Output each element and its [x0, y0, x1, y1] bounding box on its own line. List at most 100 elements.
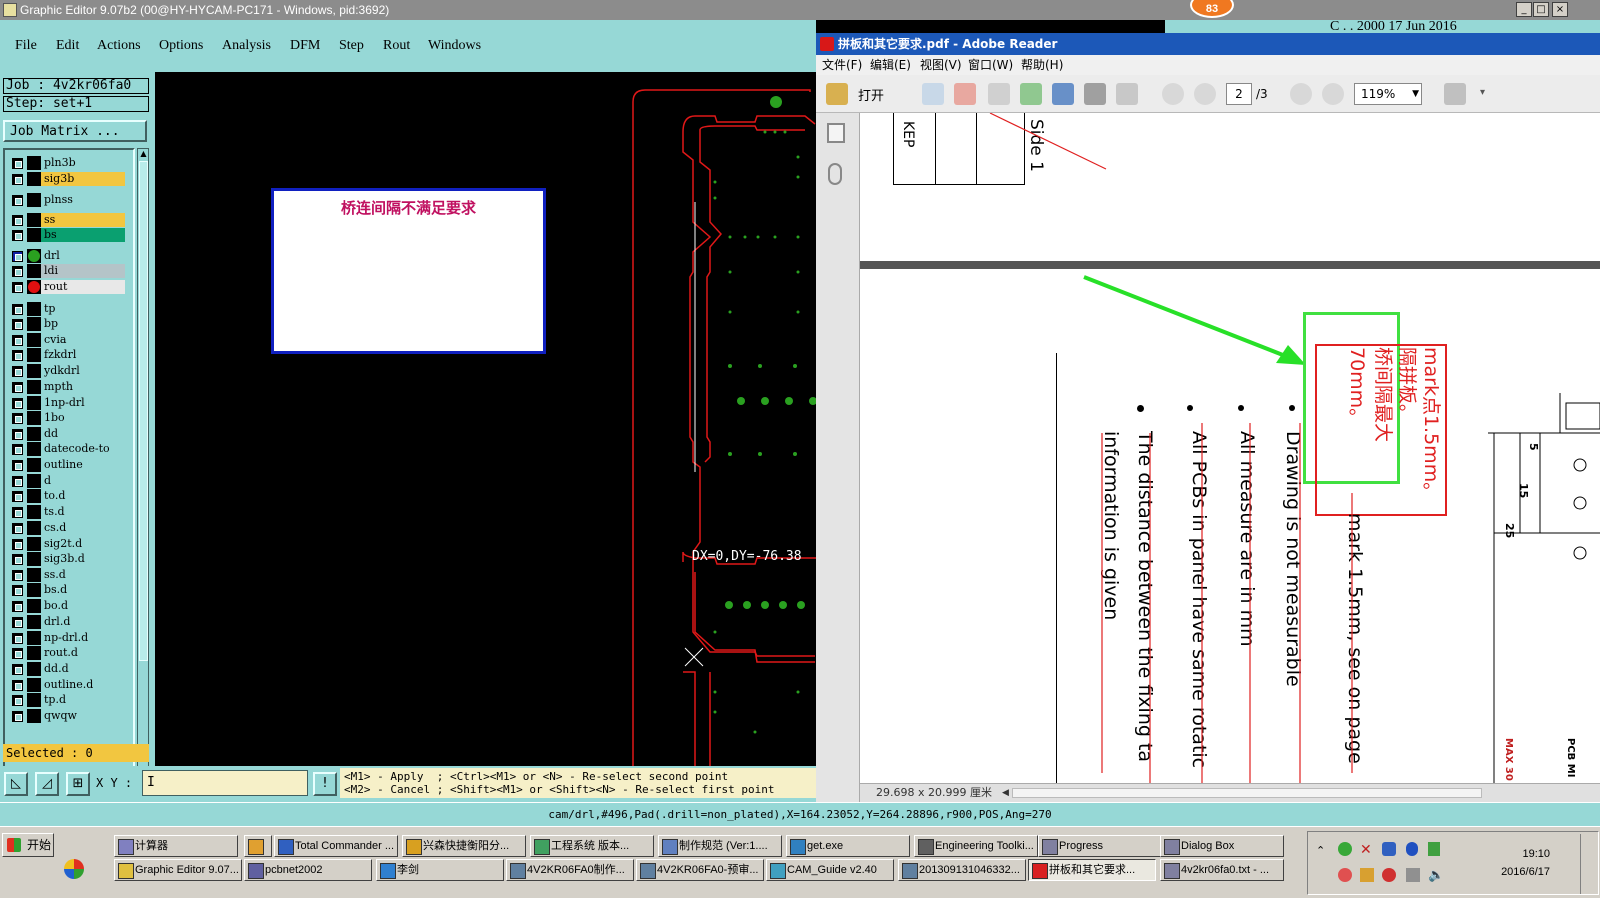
next-page-icon[interactable] [1194, 83, 1216, 105]
grid-tool-button[interactable]: ⊞ [66, 772, 90, 796]
layer-row[interactable]: drl.d [7, 615, 125, 629]
layer-row[interactable]: sig2t.d [7, 537, 125, 551]
layer-row[interactable]: fzkdrl [7, 348, 125, 362]
taskbar-button[interactable]: Progress [1038, 835, 1162, 857]
layer-checkbox[interactable] [12, 230, 23, 241]
layer-row[interactable]: ydkdrl [7, 364, 125, 378]
tray-icons[interactable]: ⌃ ✕ 🔈 [1316, 840, 1476, 890]
scroll-thumb[interactable] [139, 161, 148, 661]
close-button[interactable]: × [1552, 2, 1568, 17]
layer-checkbox[interactable] [12, 633, 23, 644]
layer-row[interactable]: mpth [7, 380, 125, 394]
taskbar-button[interactable] [244, 835, 272, 857]
warning-popup[interactable]: 桥连间隔不满足要求 [271, 188, 546, 354]
layer-checkbox[interactable] [12, 444, 23, 455]
menu-step[interactable]: Step [339, 38, 364, 54]
chevron-up-icon[interactable]: ⌃ [1316, 844, 1325, 857]
taskbar-button[interactable]: Dialog Box [1160, 835, 1284, 857]
minimize-button[interactable]: _ [1516, 2, 1532, 17]
layer-checkbox[interactable] [12, 601, 23, 612]
taskbar-button[interactable]: Graphic Editor 9.07... [114, 859, 242, 881]
taskbar-button[interactable]: Total Commander ... [274, 835, 398, 857]
layer-row[interactable]: tp [7, 302, 125, 316]
adobe-menu-help[interactable]: 帮助(H) [1021, 55, 1063, 75]
layer-row[interactable]: bo.d [7, 599, 125, 613]
adobe-menu-edit[interactable]: 编辑(E) [870, 55, 911, 75]
taskbar-button[interactable]: 制作规范 (Ver:1.... [658, 835, 782, 857]
shield-icon[interactable] [1428, 842, 1440, 856]
taskbar-button[interactable]: Engineering Toolki... [914, 835, 1038, 857]
open-label[interactable]: 打开 [858, 85, 884, 104]
email-icon[interactable] [1116, 83, 1138, 105]
layer-checkbox[interactable] [12, 366, 23, 377]
layer-row[interactable]: datecode-to [7, 442, 125, 456]
layer-checkbox[interactable] [12, 617, 23, 628]
zoom-out-icon[interactable] [1290, 83, 1312, 105]
layer-checkbox[interactable] [12, 282, 23, 293]
pages-panel-icon[interactable] [827, 123, 845, 143]
layer-checkbox[interactable] [12, 382, 23, 393]
flag-icon[interactable] [1382, 868, 1396, 882]
layer-checkbox[interactable] [12, 476, 23, 487]
layer-checkbox[interactable] [12, 711, 23, 722]
scroll-up-icon[interactable]: ▲ [139, 149, 148, 159]
menu-rout[interactable]: Rout [383, 38, 410, 54]
job-matrix-button[interactable]: Job Matrix ... [3, 120, 147, 142]
menu-analysis[interactable]: Analysis [222, 38, 271, 54]
taskbar-button[interactable]: CAM_Guide v2.40 [766, 859, 894, 881]
layer-checkbox[interactable] [12, 695, 23, 706]
taskbar-button[interactable]: 计算器 [114, 835, 238, 857]
zoom-select[interactable]: 119% ▼ [1354, 83, 1422, 105]
layer-row[interactable]: dd.d [7, 662, 125, 676]
print-icon[interactable] [1084, 83, 1106, 105]
layer-row[interactable]: 1bo [7, 411, 125, 425]
layer-checkbox[interactable] [12, 664, 23, 675]
page-number-input[interactable]: 2 [1226, 83, 1252, 105]
layer-checkbox[interactable] [12, 319, 23, 330]
layer-row[interactable]: to.d [7, 489, 125, 503]
layer-row[interactable]: pln3b [7, 156, 125, 170]
layer-row[interactable]: bs.d [7, 583, 125, 597]
quicklaunch-icon[interactable] [64, 859, 84, 879]
taskbar-button[interactable]: 工程系统 版本... [530, 835, 654, 857]
horizontal-scroll-track[interactable] [1012, 788, 1482, 798]
save-icon[interactable] [1052, 83, 1074, 105]
adobe-menu-view[interactable]: 视图(V) [920, 55, 962, 75]
layer-row[interactable]: ss.d [7, 568, 125, 582]
layer-checkbox[interactable] [12, 554, 23, 565]
toolbar-more-icon[interactable]: ▾ [1480, 87, 1485, 98]
warning-icon[interactable] [1360, 868, 1374, 882]
layer-checkbox[interactable] [12, 251, 23, 262]
layer-checkbox[interactable] [12, 195, 23, 206]
layer-row[interactable]: d [7, 474, 125, 488]
layer-checkbox[interactable] [12, 158, 23, 169]
layer-checkbox[interactable] [12, 648, 23, 659]
xy-input[interactable]: I [142, 770, 308, 796]
layer-checkbox[interactable] [12, 335, 23, 346]
volume-icon[interactable]: 🔈 [1428, 868, 1444, 883]
zoom-in-icon[interactable] [1322, 83, 1344, 105]
layer-checkbox[interactable] [12, 491, 23, 502]
layer-row[interactable]: cs.d [7, 521, 125, 535]
open-folder-icon[interactable] [826, 83, 848, 105]
layer-checkbox[interactable] [12, 215, 23, 226]
display-icon[interactable] [1406, 868, 1420, 882]
layer-row[interactable]: outline.d [7, 678, 125, 692]
taskbar-button[interactable]: 兴森快捷衡阳分... [402, 835, 526, 857]
menu-windows[interactable]: Windows [428, 38, 481, 54]
layer-checkbox[interactable] [12, 523, 23, 534]
create-pdf-icon[interactable] [922, 83, 944, 105]
prev-page-icon[interactable] [1162, 83, 1184, 105]
menu-actions[interactable]: Actions [97, 38, 141, 54]
menu-file[interactable]: File [15, 38, 37, 54]
adobe-reader-window[interactable]: 拼板和其它要求.pdf - Adobe Reader 文件(F) 编辑(E) 视… [816, 33, 1600, 802]
upload-icon[interactable] [1020, 83, 1042, 105]
export-icon[interactable] [954, 83, 976, 105]
exclamation-button[interactable]: ! [313, 772, 337, 796]
security-icon[interactable] [1338, 868, 1352, 882]
layer-checkbox[interactable] [12, 398, 23, 409]
measure-tool-button[interactable]: ◿ [35, 772, 59, 796]
adobe-menu-file[interactable]: 文件(F) [822, 55, 862, 75]
layer-row[interactable]: dd [7, 427, 125, 441]
layer-checkbox[interactable] [12, 429, 23, 440]
